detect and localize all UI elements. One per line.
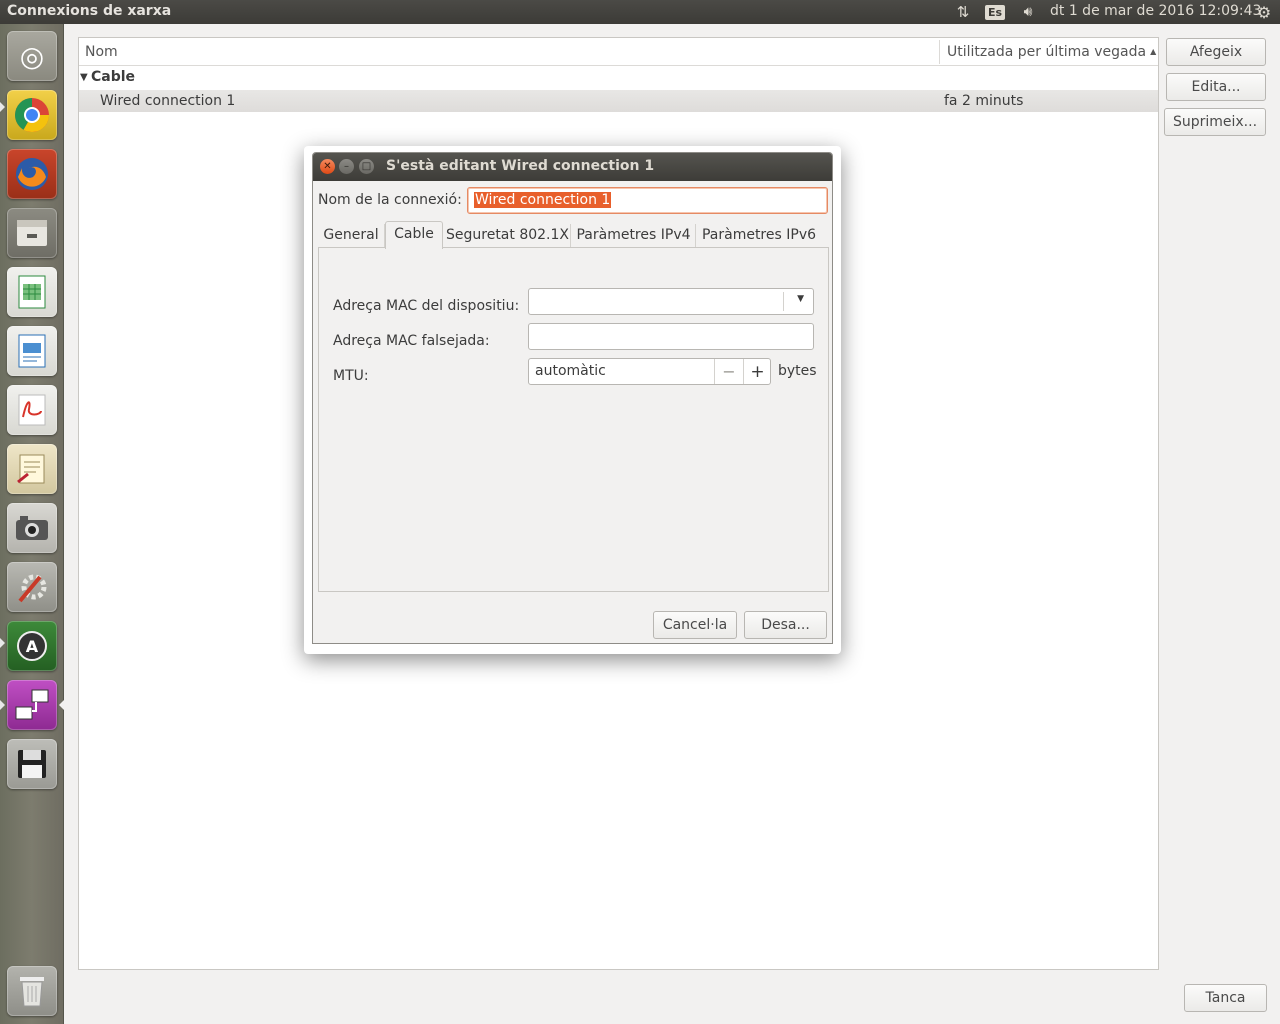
expander-down-icon[interactable]: ▼ <box>80 72 88 83</box>
close-button[interactable]: Tanca <box>1184 984 1267 1012</box>
software-updater-icon[interactable]: A <box>7 621 57 671</box>
save-button[interactable]: Desa... <box>744 611 827 639</box>
focused-indicator <box>59 699 65 711</box>
tab-bar: General Cable Seguretat 802.1X Paràmetre… <box>318 221 829 249</box>
edit-button[interactable]: Edita... <box>1166 73 1266 101</box>
running-indicator <box>0 102 5 112</box>
network-glyph <box>15 689 49 720</box>
mtu-value[interactable]: automàtic <box>535 363 606 379</box>
list-header: Nom Utilitzada per última vegada ▲ <box>79 38 1158 66</box>
chrome-logo <box>15 98 49 132</box>
column-header-last-used-label: Utilitzada per última vegada <box>947 44 1147 60</box>
cloned-mac-input[interactable] <box>528 323 814 350</box>
table-row[interactable]: Wired connection 1 fa 2 minuts <box>79 90 1158 112</box>
minus-icon[interactable]: − <box>714 359 743 384</box>
camera-glyph <box>16 516 48 540</box>
close-icon[interactable]: ✕ <box>320 159 335 174</box>
connection-name-input[interactable]: Wired connection 1 <box>467 187 828 214</box>
cloned-mac-label: Adreça MAC falsejada: <box>333 333 490 349</box>
add-button[interactable]: Afegeix <box>1166 38 1266 66</box>
notepad-icon[interactable] <box>7 444 57 494</box>
tab-ipv4[interactable]: Paràmetres IPv4 <box>572 224 696 248</box>
column-header-name[interactable]: Nom <box>85 44 118 60</box>
chevron-down-icon[interactable]: ▼ <box>797 294 804 304</box>
delete-button[interactable]: Suprimeix... <box>1164 108 1266 136</box>
firefox-icon[interactable] <box>7 149 57 199</box>
firefox-logo <box>16 158 48 190</box>
top-panel: Connexions de xarxa ⇅ Es 🔊︎ dt 1 de mar … <box>0 0 1280 24</box>
window-title: Connexions de xarxa <box>7 3 172 19</box>
pdf-viewer-icon[interactable] <box>7 385 57 435</box>
group-label: Cable <box>91 69 136 85</box>
edit-connection-dialog: ✕ – □ S'està editant Wired connection 1 … <box>312 152 833 644</box>
trash-icon[interactable] <box>7 966 57 1016</box>
plus-icon[interactable]: + <box>743 359 771 384</box>
minimize-icon[interactable]: – <box>339 159 354 174</box>
running-indicator <box>0 700 5 710</box>
clock[interactable]: dt 1 de mar de 2016 12:09:43 <box>1050 3 1261 19</box>
group-row-cable[interactable]: ▼ Cable <box>79 68 1158 90</box>
device-mac-label: Adreça MAC del dispositiu: <box>333 298 520 314</box>
tab-ipv6[interactable]: Paràmetres IPv6 <box>697 224 821 248</box>
sort-ascending-icon: ▲ <box>1150 47 1157 56</box>
connection-name-value: Wired connection 1 <box>474 192 612 208</box>
dialog-titlebar[interactable]: ✕ – □ S'està editant Wired connection 1 <box>313 153 832 181</box>
connection-name: Wired connection 1 <box>100 93 236 109</box>
document-icon[interactable] <box>7 326 57 376</box>
ubuntu-logo-icon[interactable]: ◎ <box>7 31 57 81</box>
dialog-title: S'està editant Wired connection 1 <box>386 158 655 174</box>
column-divider <box>939 40 940 64</box>
network-updown-icon[interactable]: ⇅ <box>952 0 974 24</box>
launcher: ◎ A <box>0 24 65 1024</box>
cable-tab-panel: Adreça MAC del dispositiu: ▼ Adreça MAC … <box>318 247 829 592</box>
chrome-icon[interactable] <box>7 90 57 140</box>
maximize-icon[interactable]: □ <box>359 159 374 174</box>
combobox-divider <box>783 292 784 311</box>
floppy-glyph <box>18 750 46 778</box>
svg-text:A: A <box>26 637 39 656</box>
file-cabinet-icon[interactable] <box>7 208 57 258</box>
file-cabinet-glyph <box>17 220 47 246</box>
keyboard-layout-label: Es <box>984 4 1006 20</box>
connection-last-used: fa 2 minuts <box>944 93 1024 109</box>
tab-cable[interactable]: Cable <box>385 221 443 249</box>
tab-security-8021x[interactable]: Seguretat 802.1X <box>445 224 571 248</box>
mtu-stepper[interactable]: automàtic − + <box>528 358 771 385</box>
mtu-unit-label: bytes <box>778 363 817 379</box>
spreadsheet-glyph <box>18 275 46 309</box>
device-mac-combobox[interactable]: ▼ <box>528 288 814 315</box>
keyboard-layout-indicator[interactable]: Es <box>984 0 1006 24</box>
updater-glyph: A <box>17 631 47 661</box>
trash-glyph <box>20 977 44 1007</box>
running-indicator <box>0 638 5 648</box>
cancel-button[interactable]: Cancel·la <box>653 611 737 639</box>
column-header-last-used[interactable]: Utilitzada per última vegada ▲ <box>947 44 1156 60</box>
spreadsheet-icon[interactable] <box>7 267 57 317</box>
pdf-glyph <box>18 394 46 426</box>
tools-glyph <box>18 574 47 603</box>
notepad-glyph <box>17 454 45 484</box>
tools-icon[interactable] <box>7 562 57 612</box>
speaker-volume-icon[interactable]: 🔊︎ <box>1016 0 1040 24</box>
mtu-label: MTU: <box>333 368 369 384</box>
gear-icon[interactable]: ⚙ <box>1254 0 1274 24</box>
document-glyph <box>18 334 46 368</box>
network-connections-icon[interactable] <box>7 680 57 730</box>
floppy-disk-icon[interactable] <box>7 739 57 789</box>
connection-name-label: Nom de la connexió: <box>318 192 462 208</box>
tab-general[interactable]: General <box>318 224 385 248</box>
camera-icon[interactable] <box>7 503 57 553</box>
